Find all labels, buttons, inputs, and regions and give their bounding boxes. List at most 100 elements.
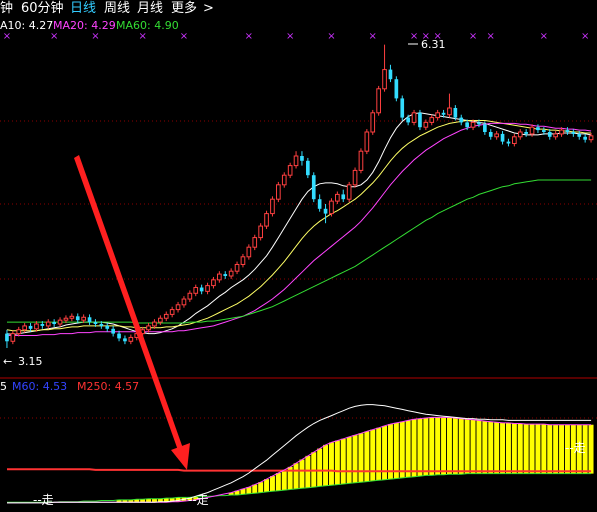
candle-body <box>453 108 458 118</box>
band-bar <box>293 463 299 489</box>
candle-body <box>411 112 417 123</box>
tab-more[interactable]: 更多 <box>171 0 197 16</box>
candle-body <box>394 79 399 99</box>
band-bar <box>429 417 435 476</box>
candle-body <box>306 160 310 176</box>
candle-body <box>517 131 523 138</box>
band-bar <box>328 442 334 486</box>
band-bar <box>264 479 270 492</box>
candle-body <box>370 112 376 133</box>
candle-body <box>352 169 358 186</box>
candle-body <box>588 135 594 141</box>
candle-body <box>293 155 299 167</box>
candle-body <box>524 132 528 134</box>
candle-body <box>477 122 481 125</box>
candle-body <box>317 199 322 209</box>
candle-body <box>335 193 340 202</box>
candle-body <box>300 156 304 161</box>
tab-60min[interactable]: 60分钟 <box>21 0 64 16</box>
candle-body <box>358 150 364 171</box>
candle-body <box>429 117 435 123</box>
band-bar <box>441 417 447 475</box>
band-bar <box>505 422 511 474</box>
candle-body <box>87 317 92 323</box>
band-bar <box>352 435 358 483</box>
band-bar <box>482 421 488 474</box>
signal-marker: × <box>3 31 11 42</box>
candle-body <box>5 333 9 342</box>
legend-lower-prefix: 5 <box>0 380 7 393</box>
signal-marker: × <box>581 31 589 42</box>
band-bar <box>399 421 405 478</box>
signal-marker: × <box>138 31 146 42</box>
legend-ma60: MA60: 4.90 <box>116 19 179 32</box>
band-bar <box>435 417 441 475</box>
band-bar <box>275 473 281 491</box>
candle-body <box>400 98 405 118</box>
candle-body <box>423 121 429 128</box>
candle-body <box>163 313 169 319</box>
band-bar <box>258 482 264 493</box>
candle-body <box>577 133 582 137</box>
zou-label: --走 <box>33 493 54 507</box>
band-bar <box>588 424 594 474</box>
candle-body <box>258 225 263 239</box>
candle-body <box>542 130 546 132</box>
signal-marker: × <box>487 31 495 42</box>
band-bar <box>511 423 517 474</box>
signal-marker: × <box>50 31 58 42</box>
candle-body <box>323 208 328 214</box>
candle-body <box>341 194 346 200</box>
signal-marker: × <box>327 31 335 42</box>
signal-marker: × <box>410 31 418 42</box>
candle-body <box>16 329 22 335</box>
candle-body <box>199 287 204 292</box>
candle-body <box>34 323 39 330</box>
band-bar <box>446 417 452 475</box>
candle-body <box>559 129 564 135</box>
band-bar <box>411 419 417 477</box>
candle-body <box>205 285 210 292</box>
candle-body <box>52 322 56 324</box>
candle-body <box>382 69 387 90</box>
band-bar <box>488 421 494 474</box>
band-bar <box>553 424 559 474</box>
candle-body <box>465 122 469 128</box>
candle-body <box>169 309 175 315</box>
candle-body <box>45 321 51 327</box>
candle-body <box>99 324 104 326</box>
band-bar <box>281 469 287 491</box>
candle-body <box>252 237 258 248</box>
band-bar <box>470 419 476 474</box>
candle-body <box>270 198 275 215</box>
band-bar <box>517 423 523 474</box>
signal-marker: × <box>369 31 377 42</box>
tab-daily[interactable]: 日线 <box>70 1 96 16</box>
band-bar <box>476 420 482 474</box>
band-bar <box>405 420 411 478</box>
signal-marker: × <box>469 31 477 42</box>
candle-body <box>418 112 422 128</box>
candle-body <box>406 117 410 123</box>
candle-body <box>93 322 98 324</box>
candle-body <box>565 130 570 132</box>
candle-body <box>536 127 540 131</box>
candle-body <box>28 325 33 329</box>
stock-chart: 钟 60分钟 日线 周线 月线 更多 > A10: 4.27 MA20: 4.2… <box>0 0 597 507</box>
candle-body <box>75 316 80 321</box>
tab-minute[interactable]: 钟 <box>0 0 13 16</box>
signal-marker: × <box>540 31 548 42</box>
candle-body <box>553 133 558 138</box>
tab-weekly[interactable]: 周线 <box>104 1 130 16</box>
tab-monthly[interactable]: 月线 <box>137 1 163 16</box>
candle-body <box>571 132 576 134</box>
chevron-right-icon[interactable]: > <box>203 1 214 16</box>
candle-body <box>459 117 464 123</box>
candle-body <box>447 107 452 116</box>
candle-body <box>500 133 505 142</box>
lower-legend: 5 M60: 4.53 M250: 4.57 <box>0 380 139 393</box>
signal-marker: × <box>286 31 294 42</box>
band-bar <box>541 424 547 474</box>
candle-body <box>211 279 216 287</box>
ma10-line <box>6 112 592 336</box>
